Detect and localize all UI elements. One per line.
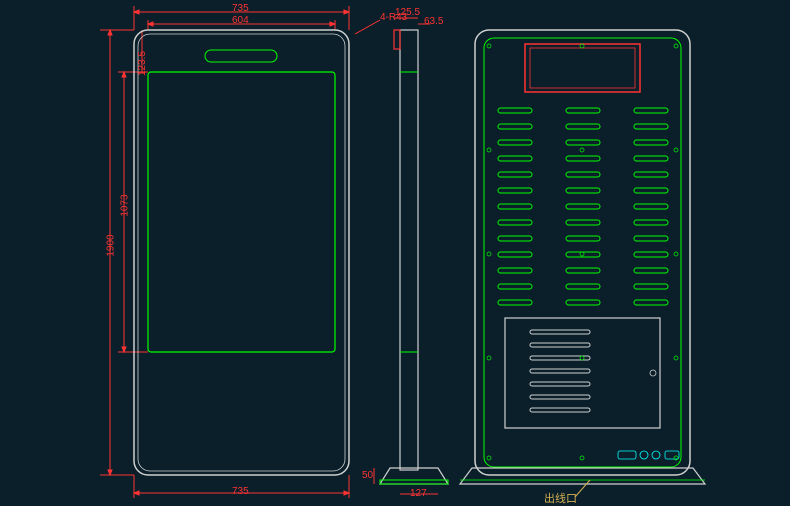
cable-outlet-label: 出线口 (544, 490, 577, 506)
rear-display-cutout (525, 44, 640, 92)
dim-side-top-offset: 63.5 (424, 16, 443, 27)
rear-vent-slots (498, 108, 668, 305)
rear-view (460, 30, 705, 497)
cable-outlet-leader (575, 480, 590, 497)
dim-front-width: 735 (232, 3, 249, 14)
dim-side-thickness: 125.5 (395, 7, 420, 18)
dim-front-bottom-width: 735 (232, 486, 249, 497)
front-outer-outline (134, 30, 349, 475)
rear-base (460, 468, 705, 484)
front-screen-area (148, 72, 335, 352)
front-inner-outline (138, 34, 345, 471)
rear-panel-lock (650, 370, 656, 376)
rear-lower-vent-slots (530, 330, 590, 412)
front-view (134, 20, 380, 475)
rear-display-cutout-inner (530, 48, 635, 88)
dim-side-base-depth: 127 (410, 488, 427, 499)
side-front-plate (394, 30, 400, 49)
front-speaker-slot (205, 50, 277, 62)
dim-front-height: 1900 (106, 234, 117, 256)
rear-cable-ports (618, 451, 679, 459)
dim-screen-height: 1073 (120, 194, 131, 216)
cad-drawing-canvas (0, 0, 790, 503)
side-view (374, 18, 448, 494)
dim-side-base-height: 50 (362, 470, 373, 481)
dim-top-section: 123.5 (137, 51, 148, 76)
dim-front-inner-width: 604 (232, 15, 249, 26)
fillet-leader (355, 20, 380, 34)
side-body (400, 30, 418, 470)
